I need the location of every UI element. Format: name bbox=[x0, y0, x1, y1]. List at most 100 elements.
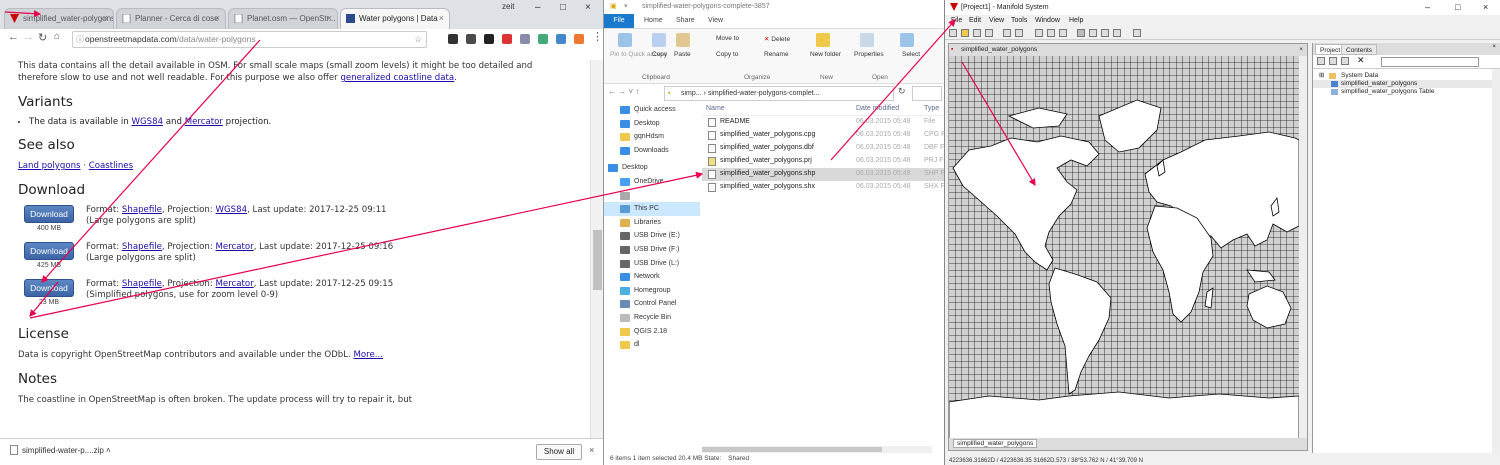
projection-link[interactable]: Mercator bbox=[216, 242, 254, 252]
file-row[interactable]: simplified_water_polygons.prj 06.03.2015 … bbox=[702, 155, 944, 168]
rename-button[interactable]: Rename bbox=[764, 51, 789, 58]
tab-home[interactable]: Home bbox=[644, 14, 663, 28]
more-link[interactable]: More... bbox=[353, 350, 383, 360]
explorer-search-box[interactable] bbox=[912, 86, 942, 101]
close-icon[interactable]: × bbox=[1492, 43, 1496, 50]
land-polygons-link[interactable]: Land polygons bbox=[18, 161, 81, 171]
nav-item-dl[interactable]: dl bbox=[604, 338, 700, 352]
menu-tools[interactable]: Tools bbox=[1011, 15, 1027, 27]
copy-icon[interactable] bbox=[652, 33, 666, 47]
forward-icon[interactable]: → bbox=[23, 31, 34, 43]
nav-item-quick-access[interactable]: Quick access bbox=[604, 103, 700, 117]
projection-link[interactable]: Mercator bbox=[216, 279, 254, 289]
pin-icon[interactable] bbox=[618, 33, 632, 47]
close-icon[interactable]: × bbox=[585, 2, 591, 13]
zoom-in-icon[interactable] bbox=[1047, 29, 1055, 37]
layer-tab[interactable]: simplified_water_polygons bbox=[953, 439, 1038, 448]
map-tab[interactable]: ▪ simplified_water_polygons × bbox=[949, 44, 1307, 56]
download-button[interactable]: Download bbox=[24, 242, 74, 260]
nav-item-recycle-bin[interactable]: Recycle Bin bbox=[604, 311, 700, 325]
browser-tab-3[interactable]: Planet.osm — OpenStr... × bbox=[228, 8, 338, 29]
coastlines-link[interactable]: Coastlines bbox=[89, 161, 133, 171]
pan-icon[interactable] bbox=[1101, 29, 1109, 37]
folder-icon[interactable] bbox=[1341, 57, 1349, 65]
nav-item-qgis[interactable]: QGIS 2.18 bbox=[604, 325, 700, 339]
reload-icon[interactable]: ↻ bbox=[38, 31, 47, 44]
explorer-address-bar[interactable]: ▪ simp... › simplified-water-polygons-co… bbox=[664, 86, 894, 101]
nav-item-usb-f[interactable]: USB Drive (F:) bbox=[604, 243, 700, 257]
paste-icon[interactable] bbox=[676, 33, 690, 47]
menu-edit[interactable]: Edit bbox=[969, 15, 981, 27]
undo-icon[interactable] bbox=[1003, 29, 1011, 37]
open-icon[interactable] bbox=[961, 29, 969, 37]
nav-item-usb-e[interactable]: USB Drive (E:) bbox=[604, 229, 700, 243]
nav-item-gqnhdsm[interactable]: gqnHdsm bbox=[604, 130, 700, 144]
import-icon[interactable] bbox=[1317, 57, 1325, 65]
download-button[interactable]: Download bbox=[24, 279, 74, 297]
expand-icon[interactable]: ⊞ bbox=[1319, 72, 1324, 80]
nav-item-control-panel[interactable]: Control Panel bbox=[604, 297, 700, 311]
column-date-modified[interactable]: Date modified bbox=[856, 105, 899, 112]
scrollbar-thumb[interactable] bbox=[593, 230, 602, 290]
quick-access-toolbar-icon[interactable]: ▾ bbox=[624, 0, 628, 14]
minimize-icon[interactable]: – bbox=[1425, 0, 1430, 15]
file-row-selected[interactable]: simplified_water_polygons.shp 06.03.2015 … bbox=[702, 168, 944, 181]
downloaded-file[interactable]: simplified-water-p....zip ˄ bbox=[10, 445, 111, 455]
profile-name[interactable]: zeit bbox=[502, 2, 514, 11]
nav-item-libraries[interactable]: Libraries bbox=[604, 216, 700, 230]
menu-help[interactable]: Help bbox=[1069, 15, 1083, 27]
extension-icon[interactable] bbox=[466, 34, 476, 44]
zoom-icon[interactable] bbox=[1035, 29, 1043, 37]
tree-item-table[interactable]: simplified_water_polygons Table bbox=[1313, 88, 1500, 96]
nav-item-this-pc[interactable]: This PC bbox=[604, 202, 700, 216]
download-button[interactable]: Download bbox=[24, 205, 74, 223]
project-vertical-scrollbar[interactable] bbox=[1492, 69, 1500, 453]
move-to-button[interactable]: Move to bbox=[716, 35, 739, 42]
generalized-coastline-link[interactable]: generalized coastline data bbox=[340, 73, 454, 83]
new-folder-icon[interactable] bbox=[816, 33, 830, 47]
minimize-icon[interactable]: – bbox=[535, 2, 541, 13]
nav-buttons[interactable]: ← → ˅ ↑ bbox=[608, 87, 639, 96]
close-icon[interactable]: × bbox=[589, 445, 594, 455]
shapefile-link[interactable]: Shapefile bbox=[122, 205, 162, 215]
copy-button[interactable]: Copy bbox=[652, 51, 667, 58]
nav-item-desktop[interactable]: Desktop bbox=[604, 117, 700, 131]
extension-icon[interactable] bbox=[502, 34, 512, 44]
extension-icon[interactable] bbox=[556, 34, 566, 44]
extension-icon[interactable] bbox=[448, 34, 458, 44]
nav-item-downloads[interactable]: Downloads bbox=[604, 144, 700, 158]
tab-contents[interactable]: Contents bbox=[1341, 44, 1378, 55]
maximize-icon[interactable]: □ bbox=[560, 2, 566, 13]
browser-tab-2[interactable]: Planner - Cerca di cose × bbox=[116, 8, 226, 29]
menu-view[interactable]: View bbox=[989, 15, 1004, 27]
nav-item-homegroup[interactable]: Homegroup bbox=[604, 284, 700, 298]
extension-icon[interactable] bbox=[484, 34, 494, 44]
tab-close-icon[interactable]: × bbox=[215, 9, 220, 28]
back-icon[interactable]: ← bbox=[8, 31, 19, 43]
copy-to-button[interactable]: Copy to bbox=[716, 51, 738, 58]
save-all-icon[interactable] bbox=[985, 29, 993, 37]
scrollbar-thumb[interactable] bbox=[702, 447, 882, 452]
new-folder-button[interactable]: New folder bbox=[810, 51, 841, 58]
home-icon[interactable]: ⌂ bbox=[54, 31, 60, 42]
refresh-icon[interactable]: ↻ bbox=[898, 86, 906, 97]
paste-button[interactable]: Paste bbox=[674, 51, 691, 58]
file-row[interactable]: simplified_water_polygons.dbf 06.03.2015 … bbox=[702, 142, 944, 155]
extension-icon[interactable] bbox=[574, 34, 584, 44]
select-icon[interactable] bbox=[900, 33, 914, 47]
file-row[interactable]: README 06.03.2015 05:48 File bbox=[702, 116, 944, 129]
save-icon[interactable] bbox=[973, 29, 981, 37]
column-type[interactable]: Type bbox=[924, 105, 939, 112]
tree-item-system-data[interactable]: ⊞ System Data bbox=[1313, 72, 1500, 80]
tab-close-icon[interactable]: × bbox=[439, 9, 444, 28]
world-map-canvas[interactable] bbox=[949, 56, 1299, 440]
page-scrollbar[interactable] bbox=[590, 60, 603, 438]
file-row[interactable]: simplified_water_polygons.cpg 06.03.2015 … bbox=[702, 129, 944, 142]
tool-icon[interactable] bbox=[1113, 29, 1121, 37]
tab-share[interactable]: Share bbox=[676, 14, 695, 28]
address-bar[interactable]: ⓘ openstreetmapdata.com/data/water-polyg… bbox=[72, 31, 427, 48]
nav-item-onedrive[interactable]: OneDrive bbox=[604, 175, 700, 189]
tab-close-icon[interactable]: × bbox=[103, 9, 108, 28]
tree-item-map[interactable]: simplified_water_polygons bbox=[1313, 80, 1500, 88]
map-vertical-scrollbar[interactable] bbox=[1299, 56, 1307, 440]
